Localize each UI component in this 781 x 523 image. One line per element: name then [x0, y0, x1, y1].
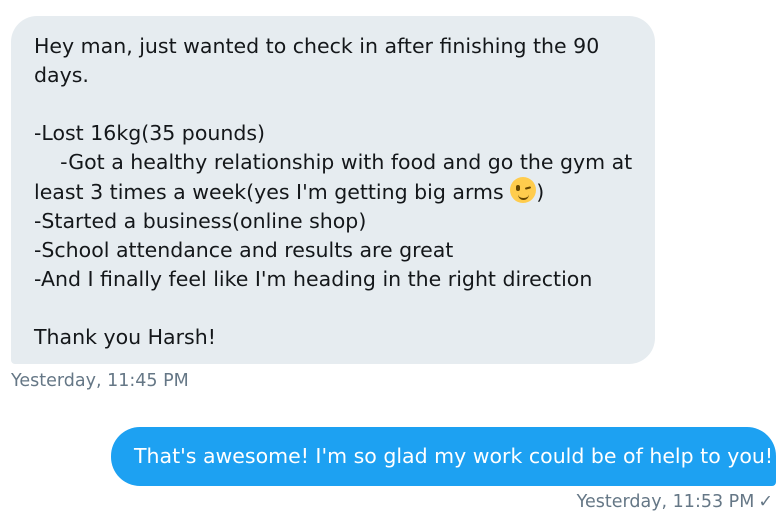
message-line [34, 90, 632, 119]
incoming-message-bubble[interactable]: Hey man, just wanted to check in after f… [11, 16, 655, 364]
message-line: days. [34, 63, 89, 87]
message-line: -Got a healthy relationship with food an… [34, 150, 633, 174]
message-text: ) [536, 180, 545, 204]
message-line: -Started a business(online shop) [34, 209, 367, 233]
message-line: -Lost 16kg(35 pounds) [34, 121, 266, 145]
message-text: least 3 times a week(yes I'm getting big… [34, 180, 511, 204]
message-line: -And I finally feel like I'm heading in … [34, 267, 593, 291]
outgoing-message-bubble[interactable]: That's awesome! I'm so glad my work coul… [111, 427, 776, 486]
message-text: That's awesome! I'm so glad my work coul… [134, 444, 774, 468]
message-line: least 3 times a week(yes I'm getting big… [34, 177, 632, 207]
message-line: Hey man, just wanted to check in after f… [34, 34, 600, 58]
winking-face-icon [510, 177, 537, 203]
outgoing-timestamp: Yesterday, 11:53 PM ✓ [577, 492, 773, 512]
conversation-thread: Hey man, just wanted to check in after f… [0, 0, 781, 523]
incoming-timestamp: Yesterday, 11:45 PM [11, 371, 189, 391]
timestamp-text: Yesterday, 11:53 PM [576, 492, 755, 512]
message-line: -School attendance and results are great [34, 238, 454, 262]
message-line [34, 294, 632, 323]
check-icon: ✓ [758, 492, 773, 512]
message-line: Thank you Harsh! [34, 325, 216, 349]
